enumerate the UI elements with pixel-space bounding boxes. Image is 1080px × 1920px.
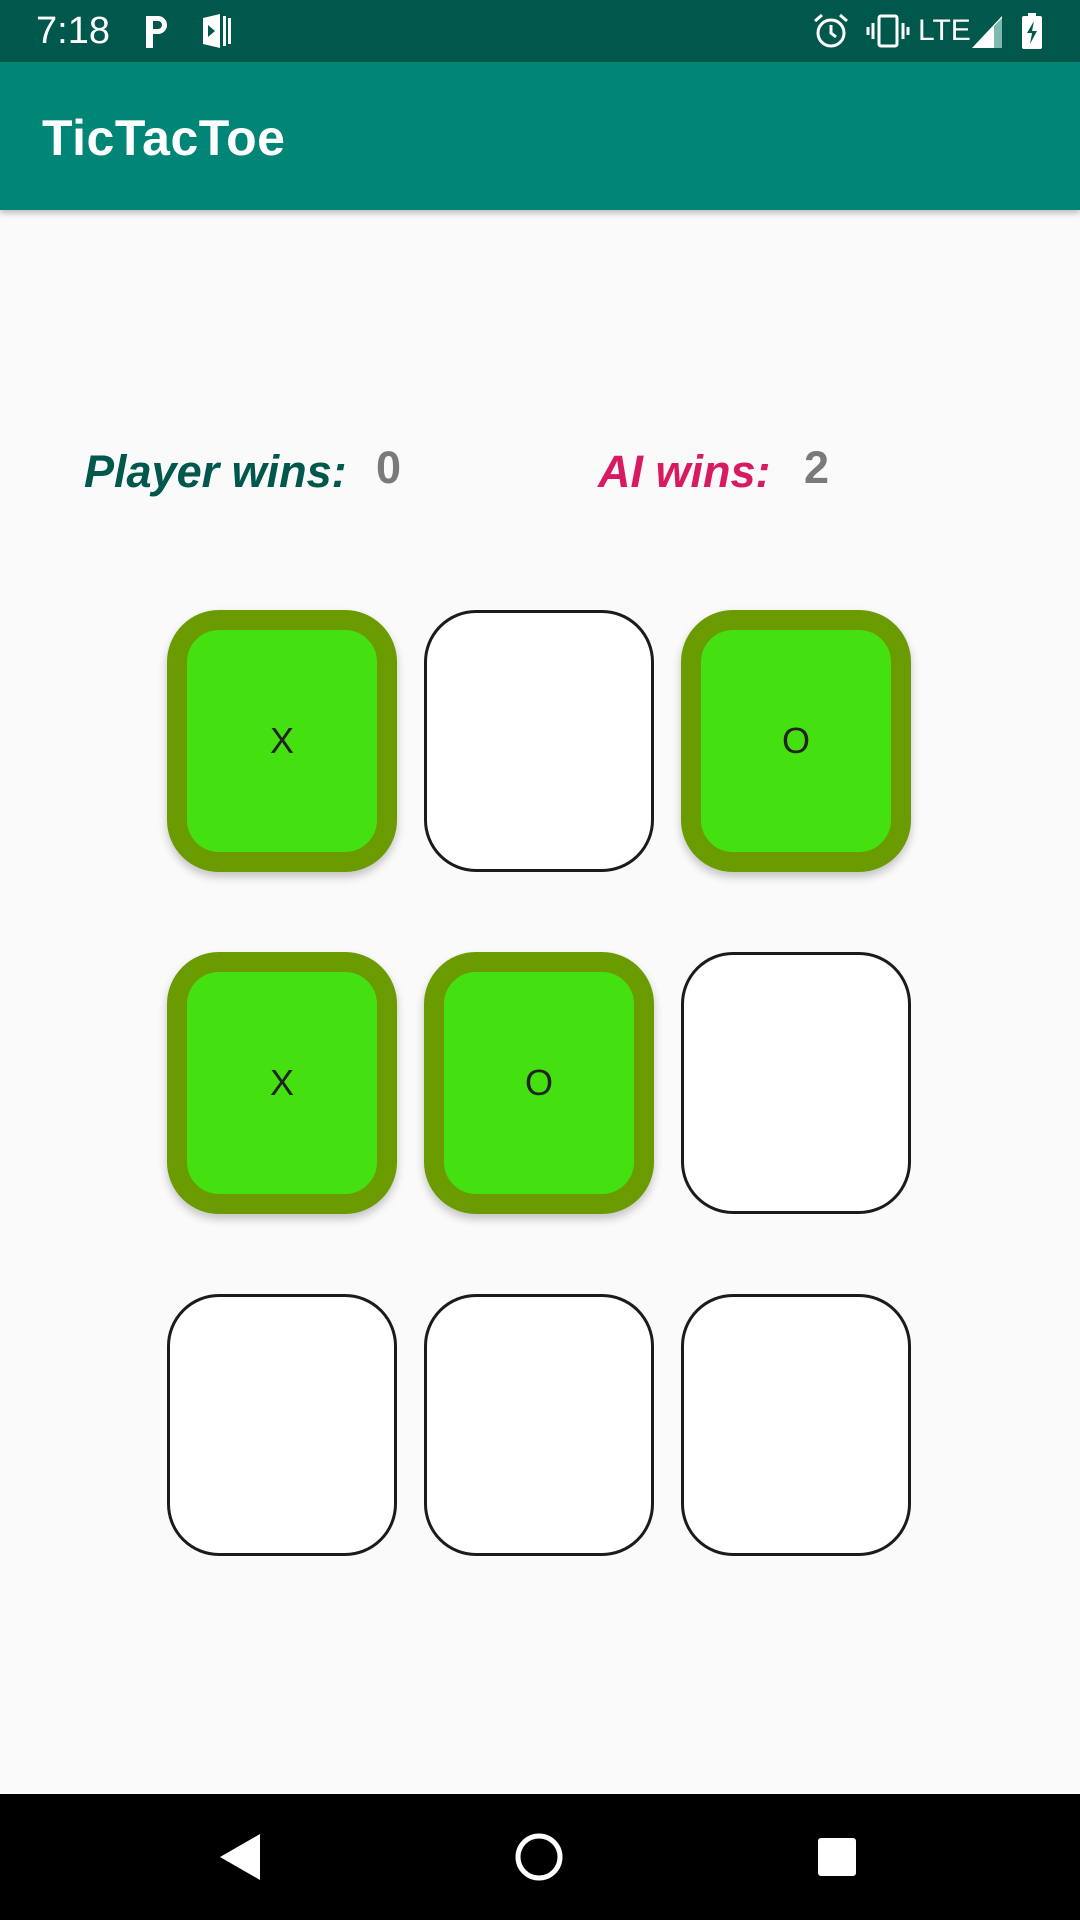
player-wins-label: Player wins: <box>84 446 347 497</box>
status-time: 7:18 <box>36 10 110 52</box>
vibrate-icon <box>866 14 910 48</box>
home-icon[interactable] <box>506 1824 572 1890</box>
app-bar: TicTacToe <box>0 62 1080 210</box>
play-store-icon <box>203 14 231 48</box>
app-title: TicTacToe <box>42 110 286 166</box>
board-cell-6[interactable] <box>681 952 911 1214</box>
player-wins-count: 0 <box>376 442 402 493</box>
recents-icon[interactable] <box>804 1824 870 1890</box>
status-bar: 7:18 LTE <box>0 0 1080 62</box>
ai-wins-count: 2 <box>804 442 830 493</box>
network-type: LTE <box>918 14 971 47</box>
cell-mark: O <box>781 720 810 761</box>
board-cell-8[interactable] <box>424 1294 654 1556</box>
alarm-icon <box>814 13 848 48</box>
cell-mark: O <box>524 1062 553 1103</box>
board-cell-3[interactable]: O <box>681 610 911 872</box>
board-cell-9[interactable] <box>681 1294 911 1556</box>
ai-wins-label: AI wins: <box>598 446 771 497</box>
board-cell-1[interactable]: X <box>167 610 397 872</box>
board-cell-4[interactable]: X <box>167 952 397 1214</box>
cell-mark: X <box>269 1062 294 1103</box>
parking-icon <box>146 16 167 48</box>
cell-mark: X <box>269 720 294 761</box>
board-cell-7[interactable] <box>167 1294 397 1556</box>
signal-icon <box>972 16 1002 48</box>
board-cell-2[interactable] <box>424 610 654 872</box>
back-icon[interactable] <box>206 1824 272 1890</box>
navigation-bar <box>0 1794 1080 1920</box>
battery-charging-icon <box>1022 13 1042 49</box>
board-cell-5[interactable]: O <box>424 952 654 1214</box>
